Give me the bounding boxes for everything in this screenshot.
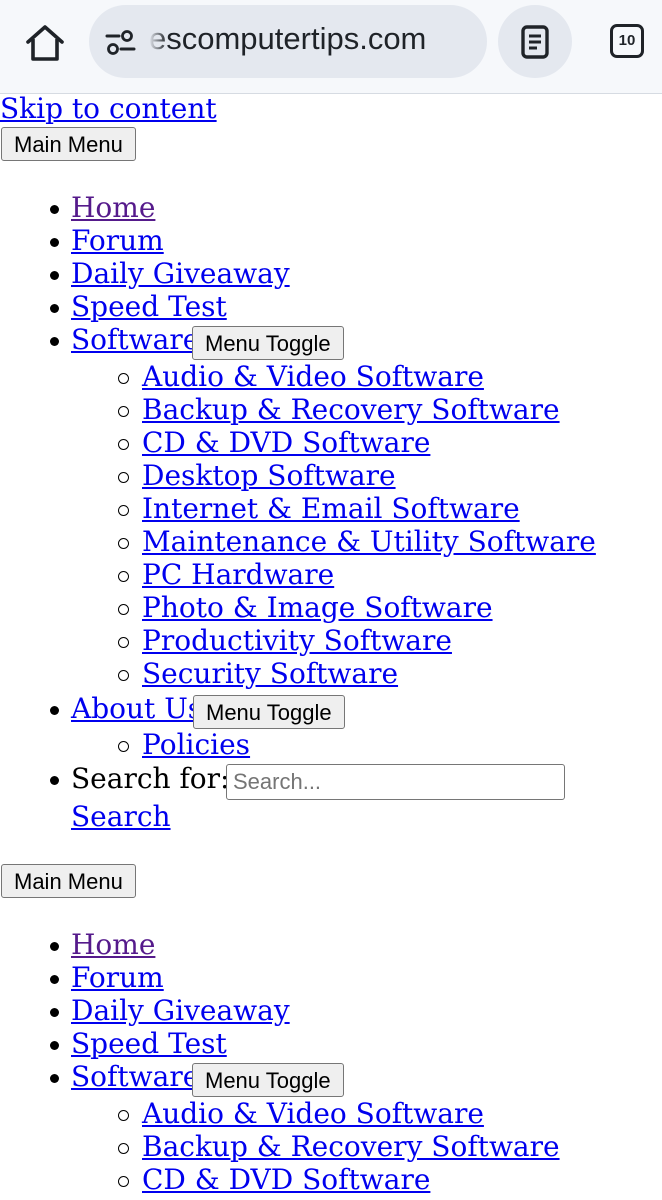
bullet [50, 304, 59, 313]
sub-bullet [118, 1110, 129, 1121]
search-input[interactable] [226, 764, 565, 800]
nav-sub-productivity[interactable]: Productivity Software [142, 624, 452, 658]
main-menu-button-2[interactable]: Main Menu [1, 864, 136, 898]
nav-sub-desktop[interactable]: Desktop Software [142, 459, 396, 493]
url-text[interactable]: escomputertips.com [149, 21, 479, 57]
about-menu-toggle[interactable]: Menu Toggle [193, 695, 345, 729]
main-menu-button[interactable]: Main Menu [1, 127, 136, 161]
nav-sub-photo[interactable]: Photo & Image Software [142, 591, 493, 625]
bullet [50, 205, 59, 214]
bullet [50, 776, 59, 785]
nav-sub-backup[interactable]: Backup & Recovery Software [142, 393, 560, 427]
nav-sub-backup-2[interactable]: Backup & Recovery Software [142, 1130, 560, 1164]
nav-sub-policies[interactable]: Policies [142, 728, 250, 762]
tab-count: 10 [610, 24, 644, 58]
nav-forum-link[interactable]: Forum [71, 224, 164, 258]
search-button[interactable]: Search [71, 800, 171, 834]
search-label: Search for: [71, 762, 230, 795]
bullet [50, 337, 59, 346]
nav-home-link-2[interactable]: Home [71, 928, 155, 962]
sub-bullet [118, 741, 129, 752]
nav-sub-audio-video-2[interactable]: Audio & Video Software [142, 1097, 484, 1131]
sub-bullet [118, 406, 129, 417]
nav-sub-cd-dvd[interactable]: CD & DVD Software [142, 426, 430, 460]
reader-mode-button[interactable] [498, 5, 572, 78]
nav-about-link[interactable]: About Us [71, 692, 202, 726]
sub-bullet [118, 472, 129, 483]
sub-bullet [118, 604, 129, 615]
nav-home-link[interactable]: Home [71, 191, 155, 225]
site-settings-icon[interactable] [105, 29, 137, 57]
home-icon[interactable] [22, 20, 68, 66]
sub-bullet [118, 439, 129, 450]
nav-sub-security[interactable]: Security Software [142, 657, 398, 691]
nav-giveaway-link-2[interactable]: Daily Giveaway [71, 994, 290, 1028]
nav-sub-audio-video[interactable]: Audio & Video Software [142, 360, 484, 394]
nav-sub-cd-dvd-2[interactable]: CD & DVD Software [142, 1163, 430, 1197]
nav-giveaway-link[interactable]: Daily Giveaway [71, 257, 290, 291]
reader-mode-icon [521, 25, 549, 59]
bullet [50, 271, 59, 280]
bullet [50, 706, 59, 715]
address-bar[interactable]: escomputertips.com [89, 5, 487, 78]
nav-sub-maintenance[interactable]: Maintenance & Utility Software [142, 525, 596, 559]
tab-switcher-button[interactable]: 10 [610, 24, 646, 60]
nav-speedtest-link[interactable]: Speed Test [71, 290, 227, 324]
software-menu-toggle-2[interactable]: Menu Toggle [192, 1063, 344, 1097]
browser-toolbar: escomputertips.com 10 [0, 0, 662, 94]
bullet [50, 1008, 59, 1017]
nav-software-link[interactable]: Software [71, 323, 199, 357]
nav-sub-pc-hardware[interactable]: PC Hardware [142, 558, 334, 592]
sub-bullet [118, 538, 129, 549]
software-menu-toggle[interactable]: Menu Toggle [192, 326, 344, 360]
sub-bullet [118, 1176, 129, 1187]
nav-forum-link-2[interactable]: Forum [71, 961, 164, 995]
skip-to-content-link[interactable]: Skip to content [0, 92, 217, 126]
sub-bullet [118, 1143, 129, 1154]
bullet [50, 942, 59, 951]
bullet [50, 1041, 59, 1050]
sub-bullet [118, 373, 129, 384]
sub-bullet [118, 505, 129, 516]
bullet [50, 975, 59, 984]
bullet [50, 1074, 59, 1083]
sub-bullet [118, 670, 129, 681]
nav-speedtest-link-2[interactable]: Speed Test [71, 1027, 227, 1061]
sub-bullet [118, 571, 129, 582]
nav-sub-internet[interactable]: Internet & Email Software [142, 492, 520, 526]
sub-bullet [118, 637, 129, 648]
nav-software-link-2[interactable]: Software [71, 1060, 199, 1094]
bullet [50, 238, 59, 247]
